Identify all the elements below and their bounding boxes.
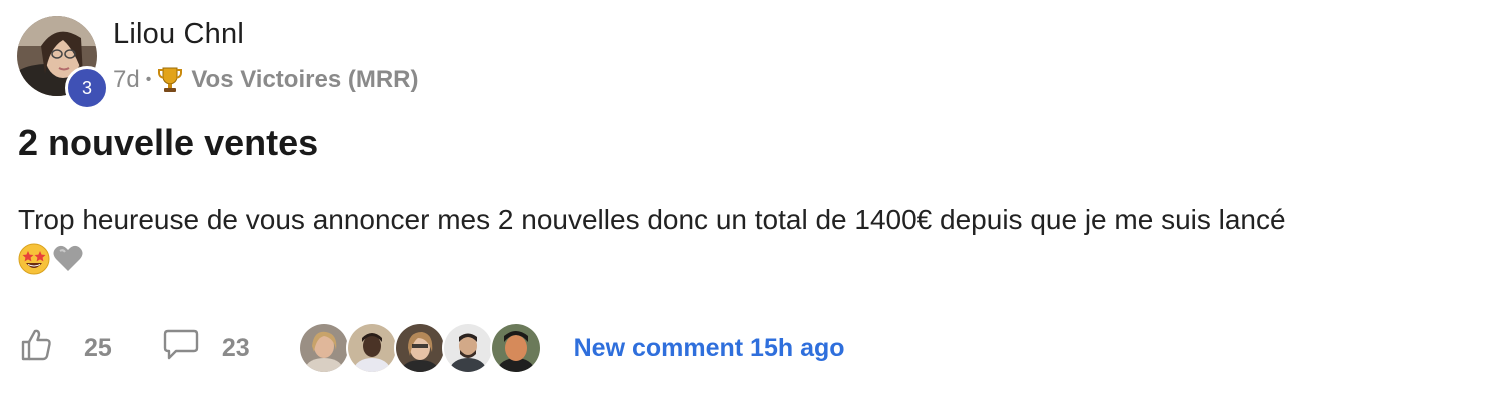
post-timestamp[interactable]: 7d <box>113 66 140 94</box>
comment-bubble-icon[interactable] <box>162 328 200 369</box>
post-meta: 7d • Vos Victoires (MRR) <box>113 64 418 96</box>
commenter-avatars[interactable] <box>297 322 542 374</box>
category-link[interactable]: Vos Victoires (MRR) <box>191 66 418 94</box>
comment-count: 23 <box>221 333 250 362</box>
comment-button[interactable]: 23 <box>162 328 250 369</box>
post-body: Trop heureuse de vous annoncer mes 2 nou… <box>18 196 1468 285</box>
meta-separator: • <box>145 71 152 88</box>
star-struck-emoji-icon <box>18 242 50 289</box>
trophy-icon <box>157 66 183 94</box>
commenter-avatar[interactable] <box>489 322 542 374</box>
level-badge: 3 <box>65 66 109 110</box>
commenter-avatar[interactable] <box>345 322 398 374</box>
post-title[interactable]: 2 nouvelle ventes <box>18 122 318 164</box>
commenter-avatar[interactable] <box>441 322 494 374</box>
post-body-text: Trop heureuse de vous annoncer mes 2 nou… <box>18 204 1286 235</box>
commenter-avatar[interactable] <box>297 322 350 374</box>
community-post: 3 Lilou Chnl 7d • Vos Victoires (MRR) 2 … <box>0 0 1490 408</box>
author-name[interactable]: Lilou Chnl <box>113 18 244 51</box>
author-avatar-wrapper[interactable]: 3 <box>17 16 109 110</box>
like-button[interactable]: 25 <box>18 327 112 370</box>
new-comment-link[interactable]: New comment 15h ago <box>574 334 845 363</box>
grey-heart-emoji-icon <box>52 242 84 289</box>
post-footer: 25 23 New comment 15h ago <box>18 322 845 374</box>
commenter-avatar[interactable] <box>393 322 446 374</box>
thumbs-up-icon[interactable] <box>18 327 54 370</box>
like-count: 25 <box>84 333 112 362</box>
emoji-row <box>18 243 1468 285</box>
